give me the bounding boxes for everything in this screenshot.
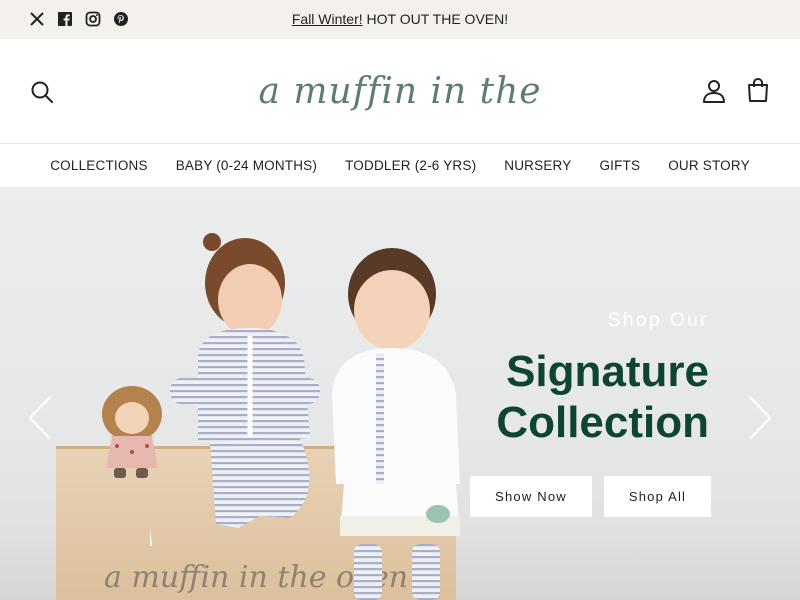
next-slide-button[interactable] (746, 394, 774, 442)
shop-all-button[interactable]: Shop All (604, 476, 711, 517)
cart-button[interactable] (746, 77, 770, 103)
nav-item-toddler[interactable]: TODDLER (2-6 YRS) (331, 158, 490, 173)
site-logo[interactable]: a muffin in the oven (240, 57, 560, 182)
nav-item-gifts[interactable]: GIFTS (585, 158, 654, 173)
nav-item-baby[interactable]: BABY (0-24 MONTHS) (162, 158, 331, 173)
hero-slideshow: a muffin in the oven Shop Our Signature … (0, 188, 800, 600)
nav-item-collections[interactable]: COLLECTIONS (36, 158, 161, 173)
user-icon (703, 80, 725, 103)
nav-item-nursery[interactable]: NURSERY (490, 158, 585, 173)
announcement-link[interactable]: Fall Winter! (292, 11, 363, 27)
hero-toddler-girl-image (150, 233, 320, 546)
show-now-button[interactable]: Show Now (470, 476, 592, 517)
chevron-right-icon (749, 396, 772, 440)
chevron-left-icon (28, 396, 51, 440)
announcement-bar: Fall Winter! HOT OUT THE OVEN! (0, 0, 800, 39)
previous-slide-button[interactable] (26, 394, 54, 442)
account-button[interactable] (701, 78, 727, 104)
shopping-bag-icon (748, 77, 768, 102)
nav-item-our-story[interactable]: OUR STORY (654, 158, 764, 173)
announcement-text: HOT OUT THE OVEN! (362, 11, 509, 27)
main-nav: COLLECTIONS BABY (0-24 MONTHS) TODDLER (… (0, 144, 800, 188)
announcement-message: Fall Winter! HOT OUT THE OVEN! (0, 11, 800, 27)
hero-title: Signature Collection (496, 347, 709, 447)
search-icon (31, 81, 53, 103)
search-button[interactable] (29, 79, 55, 105)
hero-kicker: Shop Our (607, 310, 709, 331)
site-header: a muffin in the oven (0, 39, 800, 182)
